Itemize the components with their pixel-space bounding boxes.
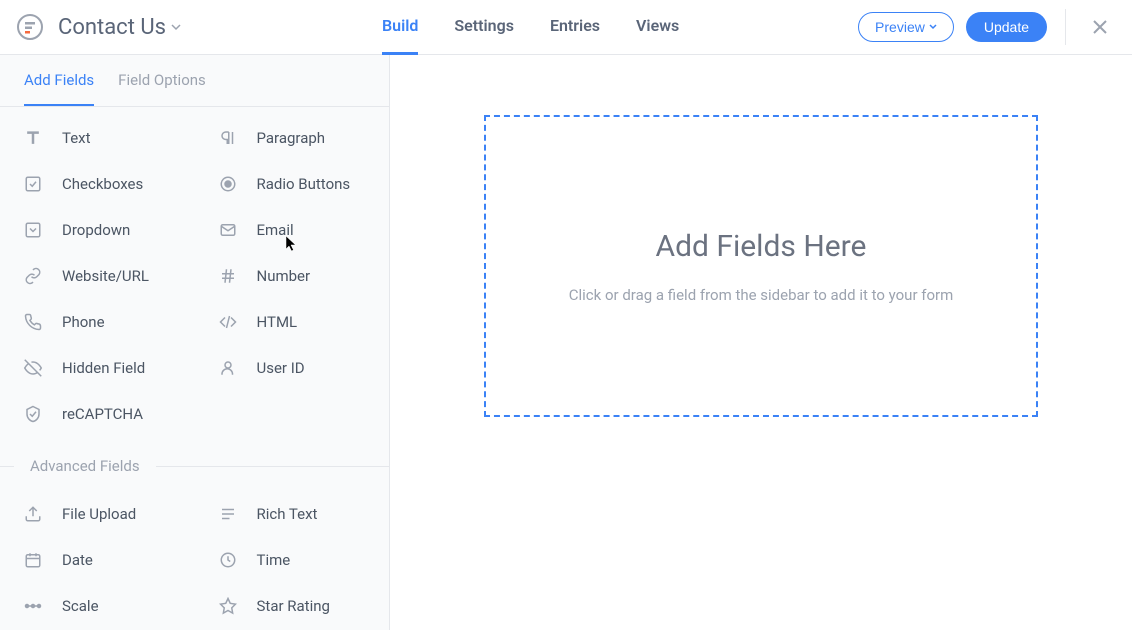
field-item-rich-text[interactable]: Rich Text [195,491,390,537]
field-item-time[interactable]: Time [195,537,390,583]
sidebar: Add Fields Field Options Text Paragraph [0,55,390,630]
checkbox-icon [22,173,44,195]
basic-fields-grid: Text Paragraph Checkboxes [0,107,389,445]
sidebar-tabs: Add Fields Field Options [0,55,389,107]
field-item-checkboxes[interactable]: Checkboxes [0,161,195,207]
field-item-radio[interactable]: Radio Buttons [195,161,390,207]
dropzone[interactable]: Add Fields Here Click or drag a field fr… [484,115,1038,417]
radio-icon [217,173,239,195]
field-label: Date [62,551,93,569]
field-label: Website/URL [62,267,149,285]
nav-tab-settings[interactable]: Settings [454,0,514,55]
header-actions: Preview Update [858,9,1116,45]
upload-icon [22,503,44,525]
preview-button[interactable]: Preview [858,12,954,42]
link-icon [22,265,44,287]
main-content: Add Fields Field Options Text Paragraph [0,55,1132,630]
field-item-phone[interactable]: Phone [0,299,195,345]
html-icon [217,311,239,333]
field-item-hidden[interactable]: Hidden Field [0,345,195,391]
field-item-file-upload[interactable]: File Upload [0,491,195,537]
sidebar-tab-field-options[interactable]: Field Options [118,55,206,106]
field-label: Star Rating [257,597,330,615]
close-button[interactable] [1084,15,1116,39]
advanced-fields-header: Advanced Fields [0,449,389,483]
divider [156,466,389,467]
hidden-icon [22,357,44,379]
dropzone-title: Add Fields Here [656,229,867,264]
field-item-star-rating[interactable]: Star Rating [195,583,390,629]
sidebar-tab-add-fields[interactable]: Add Fields [24,55,94,106]
field-label: reCAPTCHA [62,405,143,423]
recaptcha-icon [22,403,44,425]
user-icon [217,357,239,379]
caret-down-icon [929,23,937,31]
divider [0,466,14,467]
field-label: Radio Buttons [257,175,351,193]
chevron-down-icon [170,21,182,33]
dropdown-icon [22,219,44,241]
richtext-icon [217,503,239,525]
field-item-recaptcha[interactable]: reCAPTCHA [0,391,195,437]
field-item-text[interactable]: Text [0,115,195,161]
field-label: Checkboxes [62,175,143,193]
app-header: Contact Us Build Settings Entries Views … [0,0,1132,55]
field-label: Time [257,551,291,569]
text-icon [22,127,44,149]
scale-icon [22,595,44,617]
divider [1065,9,1066,45]
phone-icon [22,311,44,333]
field-label: Dropdown [62,221,130,239]
form-title-dropdown[interactable]: Contact Us [58,15,182,40]
field-label: Scale [62,597,99,615]
update-button[interactable]: Update [966,12,1047,42]
form-title-text: Contact Us [58,15,166,40]
time-icon [217,549,239,571]
nav-tab-build[interactable]: Build [382,0,418,55]
app-logo-icon [16,13,44,41]
section-label: Advanced Fields [14,457,156,475]
field-label: HTML [257,313,298,331]
field-item-paragraph[interactable]: Paragraph [195,115,390,161]
field-item-url[interactable]: Website/URL [0,253,195,299]
field-label: Text [62,129,91,147]
field-item-email[interactable]: Email [195,207,390,253]
field-label: Rich Text [257,505,318,523]
star-icon [217,595,239,617]
field-label: User ID [257,359,305,377]
field-item-scale[interactable]: Scale [0,583,195,629]
field-label: Hidden Field [62,359,145,377]
nav-tab-views[interactable]: Views [636,0,679,55]
date-icon [22,549,44,571]
field-label: File Upload [62,505,136,523]
field-label: Number [257,267,311,285]
dropzone-subtitle: Click or drag a field from the sidebar t… [569,286,954,304]
nav-tab-entries[interactable]: Entries [550,0,600,55]
hash-icon [217,265,239,287]
field-label: Phone [62,313,105,331]
advanced-fields-grid: File Upload Rich Text Date [0,483,389,630]
form-canvas: Add Fields Here Click or drag a field fr… [390,55,1132,630]
field-item-number[interactable]: Number [195,253,390,299]
preview-button-label: Preview [875,19,925,35]
field-item-html[interactable]: HTML [195,299,390,345]
field-item-date[interactable]: Date [0,537,195,583]
field-item-dropdown[interactable]: Dropdown [0,207,195,253]
paragraph-icon [217,127,239,149]
field-label: Paragraph [257,129,326,147]
email-icon [217,219,239,241]
main-nav: Build Settings Entries Views [382,0,679,55]
field-item-userid[interactable]: User ID [195,345,390,391]
field-label: Email [257,221,294,239]
